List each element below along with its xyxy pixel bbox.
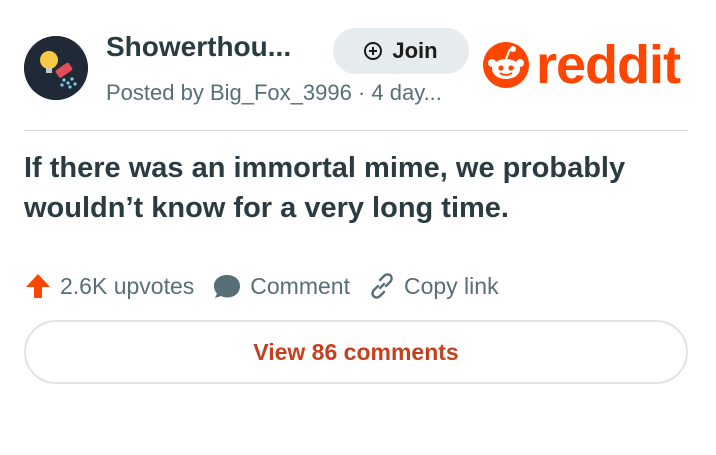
comment-button[interactable]: Comment [212,272,350,300]
link-icon [371,273,393,299]
posted-by-line: Posted by Big_Fox_3996 · 4 day... [106,80,442,105]
reddit-logo: reddit [482,35,681,95]
upvote-arrow-icon [26,274,50,298]
shower-head-avatar-icon [24,36,88,100]
reddit-snoo-icon [483,42,529,88]
view-comments-button[interactable]: View 86 comments [24,320,688,384]
post-title[interactable]: If there was an immortal mime, we probab… [24,148,694,228]
join-label: Join [392,38,438,63]
copy-link-label: Copy link [403,272,499,299]
plus-circle-icon [364,42,383,60]
copy-link-button[interactable]: Copy link [368,272,499,300]
upvote-button[interactable]: 2.6K upvotes [24,272,194,300]
comment-label: Comment [250,272,350,299]
reddit-wordmark: reddit [536,35,681,95]
comment-bubble-icon [214,275,241,298]
header-divider [24,130,688,131]
upvote-count: 2.6K upvotes [60,272,195,299]
view-comments-label: View 86 comments [253,338,459,365]
action-bar: 2.6K upvotes Comment Copy link [24,272,517,300]
join-button[interactable]: Join [333,28,469,74]
community-name[interactable]: Showerthou... [106,31,291,63]
community-avatar[interactable] [24,36,88,100]
